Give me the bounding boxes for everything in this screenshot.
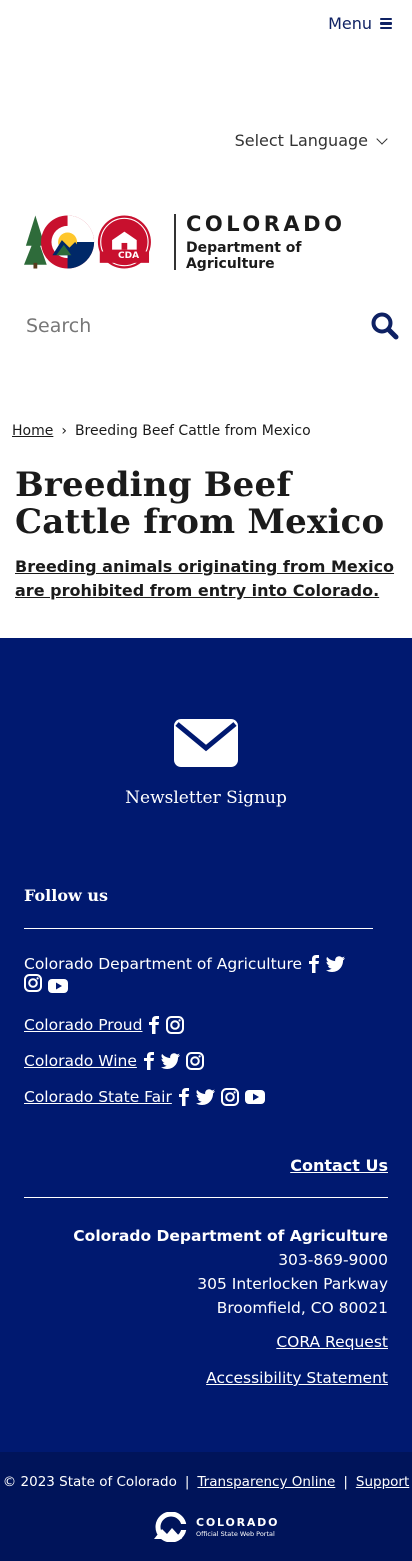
youtube-icon[interactable] bbox=[244, 1090, 265, 1104]
breadcrumb-current: Breeding Beef Cattle from Mexico bbox=[74, 423, 311, 439]
envelope-icon bbox=[174, 719, 238, 767]
newsletter-signup[interactable]: Newsletter Signup bbox=[0, 718, 412, 808]
logo-divider bbox=[174, 214, 176, 270]
footer-address-line1: 305 Interlocken Parkway bbox=[197, 1275, 388, 1293]
search-button[interactable] bbox=[370, 311, 400, 341]
colorado-portal-logo[interactable]: COLORADO Official State Web Portal bbox=[152, 1512, 279, 1542]
instagram-icon[interactable] bbox=[166, 1016, 185, 1034]
youtube-icon[interactable] bbox=[48, 979, 68, 993]
facebook-icon[interactable] bbox=[308, 955, 320, 973]
instagram-icon[interactable] bbox=[185, 1052, 204, 1070]
bottom-links: © 2023 State of Colorado | Transparency … bbox=[0, 1474, 412, 1490]
footer-address-line2: Broomfield, CO 80021 bbox=[216, 1299, 388, 1317]
social-row-cda: Colorado Department of Agriculture bbox=[24, 955, 374, 993]
twitter-icon[interactable] bbox=[195, 1089, 215, 1105]
menu-label: Menu bbox=[328, 14, 372, 33]
social-row-colorado-proud: Colorado Proud bbox=[24, 1016, 190, 1034]
instagram-icon[interactable] bbox=[220, 1088, 239, 1106]
twitter-icon[interactable] bbox=[326, 956, 346, 972]
logo-text: COLORADO Department of Agriculture bbox=[186, 212, 384, 272]
accessibility-statement-link[interactable]: Accessibility Statement bbox=[206, 1369, 388, 1387]
instagram-icon[interactable] bbox=[24, 974, 42, 992]
search-bar bbox=[12, 308, 400, 344]
bottom-bar: © 2023 State of Colorado | Transparency … bbox=[0, 1452, 412, 1561]
site-footer: Newsletter Signup Follow us Colorado Dep… bbox=[0, 638, 412, 1452]
cda-logo-mark bbox=[24, 215, 151, 269]
footer-divider bbox=[24, 928, 373, 929]
cora-request-link[interactable]: CORA Request bbox=[276, 1333, 388, 1351]
social-link-colorado-proud[interactable]: Colorado Proud bbox=[24, 1016, 142, 1034]
follow-us-heading: Follow us bbox=[24, 886, 108, 905]
social-link-colorado-wine[interactable]: Colorado Wine bbox=[24, 1052, 137, 1070]
breadcrumb: Home › Breeding Beef Cattle from Mexico bbox=[12, 423, 311, 439]
social-row-colorado-wine: Colorado Wine bbox=[24, 1052, 210, 1070]
social-name-cda: Colorado Department of Agriculture bbox=[24, 955, 303, 973]
state-logo-subtitle: Official State Web Portal bbox=[196, 1530, 275, 1538]
copyright-text: © 2023 State of Colorado bbox=[2, 1474, 177, 1490]
bottom-separator: | bbox=[184, 1474, 190, 1490]
facebook-icon[interactable] bbox=[178, 1088, 190, 1106]
menu-button[interactable]: Menu bbox=[328, 14, 392, 33]
intro-text: Breeding animals originating from Mexico… bbox=[15, 557, 395, 600]
logo-subtitle: Department of Agriculture bbox=[185, 240, 302, 272]
footer-address: Colorado Department of Agriculture 303-8… bbox=[73, 1224, 388, 1320]
language-select-label: Select Language bbox=[234, 131, 368, 150]
transparency-online-link[interactable]: Transparency Online bbox=[197, 1474, 335, 1490]
contact-us-link[interactable]: Contact Us bbox=[290, 1156, 388, 1175]
support-link[interactable]: Support bbox=[356, 1474, 409, 1490]
colorado-portal-text: COLORADO Official State Web Portal bbox=[196, 1516, 279, 1538]
chevron-down-icon bbox=[376, 132, 388, 145]
newsletter-signup-label: Newsletter Signup bbox=[125, 788, 287, 808]
cda-badge-text: CDA bbox=[118, 251, 140, 261]
cda-logo[interactable]: CDA COLORADO Department of Agriculture bbox=[24, 211, 384, 273]
search-icon bbox=[371, 312, 399, 340]
state-logo-title: COLORADO bbox=[196, 1516, 280, 1529]
logo-title: COLORADO bbox=[185, 212, 346, 236]
colorado-c-logo-icon bbox=[154, 1512, 189, 1542]
footer-divider bbox=[24, 1197, 388, 1198]
breadcrumb-home-link[interactable]: Home bbox=[12, 423, 53, 439]
hamburger-icon bbox=[380, 18, 392, 29]
twitter-icon[interactable] bbox=[160, 1053, 180, 1069]
facebook-icon[interactable] bbox=[143, 1052, 155, 1070]
footer-phone: 303-869-9000 bbox=[278, 1251, 388, 1269]
social-row-colorado-state-fair: Colorado State Fair bbox=[24, 1088, 271, 1106]
bottom-separator: | bbox=[343, 1474, 348, 1490]
facebook-icon[interactable] bbox=[148, 1016, 160, 1034]
search-input[interactable] bbox=[12, 315, 370, 337]
page-title: Breeding Beef Cattle from Mexico bbox=[15, 465, 385, 542]
language-select[interactable]: Select Language bbox=[234, 131, 388, 150]
social-link-colorado-state-fair[interactable]: Colorado State Fair bbox=[24, 1088, 172, 1106]
footer-org-name: Colorado Department of Agriculture bbox=[73, 1227, 388, 1245]
breadcrumb-separator: › bbox=[61, 423, 67, 439]
